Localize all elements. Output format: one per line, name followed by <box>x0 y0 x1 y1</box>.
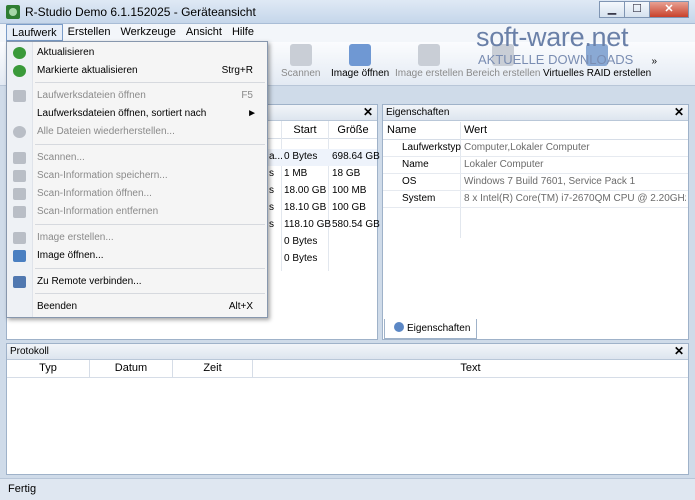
create-region-button[interactable]: Bereich erstellen <box>466 44 540 79</box>
column-name[interactable]: Name <box>387 122 416 139</box>
tab-label: Eigenschaften <box>407 323 471 334</box>
scan-button[interactable]: Scannen <box>281 44 320 79</box>
remote-connect-icon <box>13 276 26 288</box>
log-title: Protokoll <box>10 346 49 357</box>
column-time[interactable]: Zeit <box>173 360 253 378</box>
menu-werkzeuge[interactable]: Werkzeuge <box>115 24 180 41</box>
menu-item-image-erstellen[interactable]: Image erstellen... <box>7 229 267 247</box>
window-title: R-Studio Demo 6.1.152025 - Geräteansicht <box>25 5 256 19</box>
menu-item-alle-dateien-wiederherstellen[interactable]: Alle Dateien wiederherstellen... <box>7 123 267 141</box>
virtual-raid-icon <box>586 44 609 66</box>
properties-grid-header: Name Wert <box>383 122 688 140</box>
scan-icon <box>289 44 312 66</box>
menu-separator <box>35 224 265 225</box>
column-start[interactable]: Start <box>285 121 325 139</box>
property-row[interactable]: System 8 x Intel(R) Core(TM) i7-2670QM C… <box>383 191 688 208</box>
close-window-button[interactable]: ✕ <box>649 1 689 18</box>
open-image-button[interactable]: Image öffnen <box>331 44 389 79</box>
close-icon[interactable]: ✕ <box>363 105 373 120</box>
title-bar: R-Studio Demo 6.1.152025 - Geräteansicht… <box>0 0 695 24</box>
remove-scan-icon <box>13 206 26 218</box>
refresh-icon <box>13 47 26 59</box>
save-scan-icon <box>13 170 26 182</box>
laufwerk-dropdown-menu: Aktualisieren Markierte aktualisieren St… <box>6 41 268 318</box>
close-icon[interactable]: ✕ <box>674 344 684 359</box>
menu-separator <box>35 293 265 294</box>
menu-item-beenden[interactable]: Beenden Alt+X <box>7 298 267 316</box>
toolbar-overflow-chevron-icon[interactable]: » <box>651 56 657 67</box>
property-row[interactable]: Name Lokaler Computer <box>383 157 688 174</box>
menu-item-laufwerksdateien-sortiert[interactable]: Laufwerksdateien öffnen, sortiert nach ► <box>7 105 267 123</box>
open-image-icon <box>13 250 26 262</box>
menu-item-scan-info-entfernen[interactable]: Scan-Information entfernen <box>7 203 267 221</box>
properties-panel: Eigenschaften ✕ Name Wert Laufwerkstyp C… <box>382 104 689 340</box>
menu-hilfe[interactable]: Hilfe <box>227 24 259 41</box>
column-value[interactable]: Wert <box>464 122 487 139</box>
create-image-icon <box>13 232 26 244</box>
menu-item-markierte-aktualisieren[interactable]: Markierte aktualisieren Strg+R <box>7 62 267 80</box>
window-controls: ▁ ☐ ✕ <box>599 1 689 18</box>
menu-item-remote-verbinden[interactable]: Zu Remote verbinden... <box>7 273 267 291</box>
column-text[interactable]: Text <box>253 360 688 378</box>
menu-laufwerk[interactable]: Laufwerk <box>6 24 63 41</box>
app-icon <box>6 5 20 19</box>
submenu-arrow-icon: ► <box>247 108 257 119</box>
open-image-icon <box>349 44 372 66</box>
column-date[interactable]: Datum <box>90 360 173 378</box>
property-row[interactable]: Laufwerkstyp Computer,Lokaler Computer <box>383 140 688 157</box>
menu-bar: Laufwerk Erstellen Werkzeuge Ansicht Hil… <box>0 24 695 42</box>
log-panel: Protokoll ✕ Typ Datum Zeit Text <box>6 343 689 475</box>
properties-panel-header: Eigenschaften ✕ <box>383 105 688 121</box>
open-scan-icon <box>13 188 26 200</box>
create-virtual-raid-button[interactable]: Virtuelles RAID erstellen <box>543 44 651 79</box>
minimize-button[interactable]: ▁ <box>599 1 625 18</box>
menu-item-image-oeffnen[interactable]: Image öffnen... <box>7 247 267 265</box>
log-panel-header: Protokoll ✕ <box>7 344 688 360</box>
column-type[interactable]: Typ <box>7 360 90 378</box>
menu-erstellen[interactable]: Erstellen <box>63 24 116 41</box>
refresh-selected-icon <box>13 65 26 77</box>
menu-item-scan-info-oeffnen[interactable]: Scan-Information öffnen... <box>7 185 267 203</box>
status-text: Fertig <box>8 483 37 495</box>
create-image-icon <box>418 44 441 66</box>
menu-item-scannen[interactable]: Scannen... <box>7 149 267 167</box>
tab-eigenschaften[interactable]: Eigenschaften <box>384 319 477 339</box>
create-region-icon <box>492 44 515 66</box>
status-bar: Fertig <box>0 478 695 500</box>
log-grid-header: Typ Datum Zeit Text <box>7 360 688 378</box>
menu-item-scan-info-speichern[interactable]: Scan-Information speichern... <box>7 167 267 185</box>
scan-icon <box>13 152 26 164</box>
open-drive-files-icon <box>13 90 26 102</box>
property-row[interactable]: OS Windows 7 Build 7601, Service Pack 1 <box>383 174 688 191</box>
maximize-button[interactable]: ☐ <box>624 1 650 18</box>
properties-title: Eigenschaften <box>386 107 450 118</box>
menu-ansicht[interactable]: Ansicht <box>181 24 227 41</box>
menu-separator <box>35 268 265 269</box>
recover-all-icon <box>13 126 26 138</box>
properties-icon <box>394 322 404 332</box>
menu-separator <box>35 82 265 83</box>
create-image-button[interactable]: Image erstellen <box>395 44 463 79</box>
menu-item-laufwerksdateien-oeffnen[interactable]: Laufwerksdateien öffnen F5 <box>7 87 267 105</box>
menu-item-aktualisieren[interactable]: Aktualisieren <box>7 44 267 62</box>
menu-separator <box>35 144 265 145</box>
close-icon[interactable]: ✕ <box>674 105 684 120</box>
column-size[interactable]: Größe <box>333 121 373 139</box>
